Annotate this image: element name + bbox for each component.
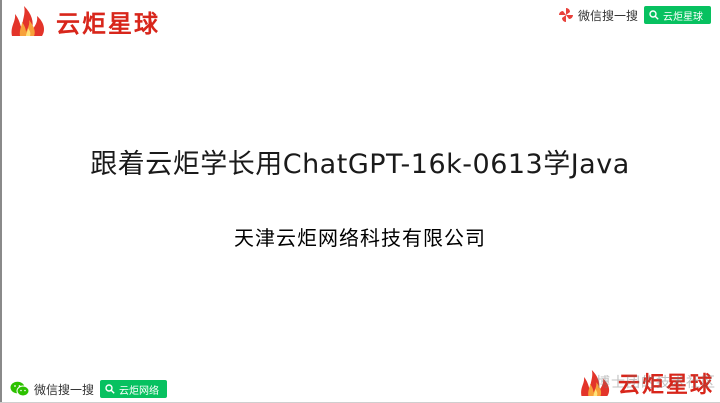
company-name: 天津云炬网络科技有限公司 — [234, 226, 486, 250]
search-icon — [649, 10, 659, 20]
flame-logo-icon — [581, 370, 610, 396]
wechat-search-label: 微信搜一搜 — [577, 8, 638, 23]
flame-logo-icon — [11, 6, 45, 36]
search-icon — [105, 384, 115, 394]
wechat-search-widget[interactable]: 微信搜一搜 云炬网络 — [6, 378, 171, 400]
wechat-search-widget[interactable]: 微信搜一搜 云炬星球 — [551, 4, 714, 26]
pinwheel-icon — [558, 7, 574, 23]
brand-logo: 云炬星球 — [8, 4, 160, 38]
wechat-search-query: 云炬网络 — [119, 385, 160, 397]
wechat-search-box[interactable]: 云炬星球 — [644, 6, 711, 24]
brand-logo-text: 云炬星球 — [617, 372, 714, 398]
wechat-search-box[interactable]: 云炬网络 — [100, 380, 168, 398]
wechat-search-label: 微信搜一搜 — [34, 382, 95, 397]
brand-logo: 云炬星球 — [578, 366, 714, 400]
slide-frame: 云炬星球 微信搜一搜 云炬星球 跟着云炬学长用ChatGPT-16k-0613学… — [0, 0, 720, 403]
brand-logo-text: 云炬星球 — [56, 8, 160, 38]
frame-edge — [0, 0, 2, 403]
wechat-icon — [10, 381, 30, 397]
wechat-search-query: 云炬星球 — [663, 11, 703, 23]
slide-title: 跟着云炬学长用ChatGPT-16k-0613学Java — [90, 149, 630, 180]
